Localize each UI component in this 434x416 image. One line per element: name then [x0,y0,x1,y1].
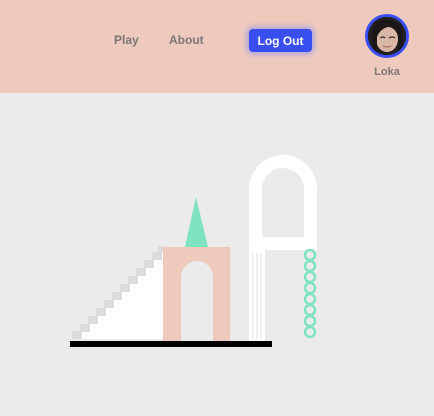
arched-window-icon [249,155,317,247]
avatar[interactable] [365,14,409,58]
column-icon [249,247,265,341]
game-scene[interactable] [0,93,434,416]
nav-about-link[interactable]: About [169,33,204,47]
cone-icon [185,197,208,247]
username-label: Loka [374,66,400,78]
archway-icon [163,247,230,341]
chain-icon [303,248,317,339]
user-avatar-icon [368,17,406,55]
ground-line [70,341,272,347]
staircase-icon [72,246,166,339]
logout-button[interactable]: Log Out [249,29,312,52]
nav-play-link[interactable]: Play [114,33,139,47]
top-nav-bar: Play About Log Out Loka [0,0,434,93]
